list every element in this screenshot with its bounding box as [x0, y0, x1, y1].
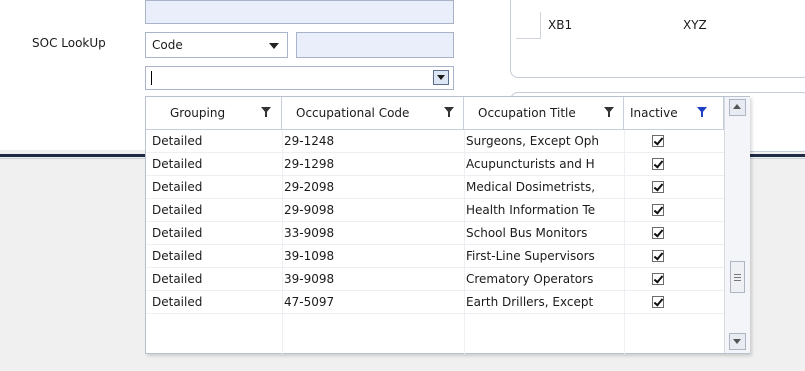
column-header-occupation-title[interactable]: Occupation Title — [464, 97, 624, 130]
filter-funnel-stem — [448, 112, 450, 117]
soc-lookup-dropdown-grid: Grouping Occupational Code Occupation Ti… — [145, 96, 750, 354]
cell-title: Health Information Te — [466, 203, 596, 217]
table-row[interactable]: Detailed 39-1098 First-Line Supervisors — [146, 245, 724, 268]
grid-vertical-scrollbar[interactable] — [724, 97, 750, 353]
column-header-label: Occupation Title — [478, 106, 576, 120]
right-item-value: XYZ — [683, 18, 707, 32]
cell-code: 39-1098 — [284, 249, 335, 263]
soc-code-input[interactable] — [296, 32, 454, 58]
cell-grouping: Detailed — [152, 180, 203, 194]
soc-lookup-label: SOC LookUp — [32, 36, 106, 50]
upper-text-field[interactable] — [145, 0, 454, 24]
cell-title: First-Line Supervisors — [466, 249, 595, 263]
cell-title: Acupuncturists and H — [466, 157, 595, 171]
cell-code: 29-1248 — [284, 134, 335, 148]
table-row[interactable]: Detailed 29-2098 Medical Dosimetrists, — [146, 176, 724, 199]
cell-grouping: Detailed — [152, 295, 203, 309]
inactive-checkbox[interactable] — [652, 273, 664, 285]
cell-code: 29-9098 — [284, 203, 335, 217]
table-row[interactable]: Detailed 39-9098 Crematory Operators — [146, 268, 724, 291]
cell-title: Crematory Operators — [466, 272, 594, 286]
cell-code: 39-9098 — [284, 272, 335, 286]
filter-funnel-stem — [608, 112, 610, 117]
soc-search-type-combo[interactable]: Code — [145, 32, 288, 58]
cell-title: Earth Drillers, Except — [466, 295, 594, 309]
right-item-label: XB1 — [548, 18, 573, 32]
table-row[interactable]: Detailed 33-9098 School Bus Monitors — [146, 222, 724, 245]
soc-lookup-input[interactable] — [145, 66, 454, 90]
cell-grouping: Detailed — [152, 272, 203, 286]
table-row[interactable]: Detailed 29-1248 Surgeons, Except Oph — [146, 130, 724, 153]
column-header-label: Inactive — [630, 106, 678, 120]
table-row[interactable]: Detailed 29-9098 Health Information Te — [146, 199, 724, 222]
cell-grouping: Detailed — [152, 157, 203, 171]
inactive-checkbox[interactable] — [652, 158, 664, 170]
cell-code: 47-5097 — [284, 295, 335, 309]
inactive-checkbox[interactable] — [652, 250, 664, 262]
filter-funnel-stem — [265, 112, 267, 117]
inactive-checkbox[interactable] — [652, 204, 664, 216]
chevron-up-icon — [733, 104, 741, 109]
chevron-down-icon — [733, 339, 741, 344]
cell-title: School Bus Monitors — [466, 226, 588, 240]
grip-line — [734, 277, 741, 278]
table-row[interactable]: Detailed 47-5097 Earth Drillers, Except — [146, 291, 724, 314]
cell-grouping: Detailed — [152, 249, 203, 263]
right-group-box — [510, 0, 805, 78]
column-header-label: Occupational Code — [296, 106, 410, 120]
inactive-checkbox[interactable] — [652, 227, 664, 239]
cell-title: Surgeons, Except Oph — [466, 134, 600, 148]
chevron-down-icon — [269, 43, 279, 49]
cell-code: 33-9098 — [284, 226, 335, 240]
cell-grouping: Detailed — [152, 203, 203, 217]
chevron-down-icon — [437, 75, 445, 80]
grip-line — [734, 280, 741, 281]
inactive-checkbox[interactable] — [652, 181, 664, 193]
lookup-dropdown-button[interactable] — [433, 70, 449, 85]
soc-search-type-value: Code — [152, 38, 183, 52]
cell-code: 29-1298 — [284, 157, 335, 171]
column-header-occupational-code[interactable]: Occupational Code — [282, 97, 464, 130]
column-header-inactive[interactable]: Inactive — [624, 97, 724, 130]
filter-funnel-stem — [701, 112, 703, 117]
column-header-label: Grouping — [170, 106, 226, 120]
column-header-grouping[interactable]: Grouping — [146, 97, 282, 130]
row-selector-cell[interactable] — [516, 12, 541, 39]
grip-line — [734, 274, 741, 275]
cell-title: Medical Dosimetrists, — [466, 180, 596, 194]
inactive-checkbox[interactable] — [652, 135, 664, 147]
scrollbar-thumb[interactable] — [730, 261, 745, 293]
cell-grouping: Detailed — [152, 226, 203, 240]
cell-code: 29-2098 — [284, 180, 335, 194]
text-caret — [151, 71, 152, 85]
cell-grouping: Detailed — [152, 134, 203, 148]
scroll-down-button[interactable] — [729, 333, 746, 350]
scroll-up-button[interactable] — [729, 99, 746, 116]
inactive-checkbox[interactable] — [652, 296, 664, 308]
table-row[interactable]: Detailed 29-1298 Acupuncturists and H — [146, 153, 724, 176]
